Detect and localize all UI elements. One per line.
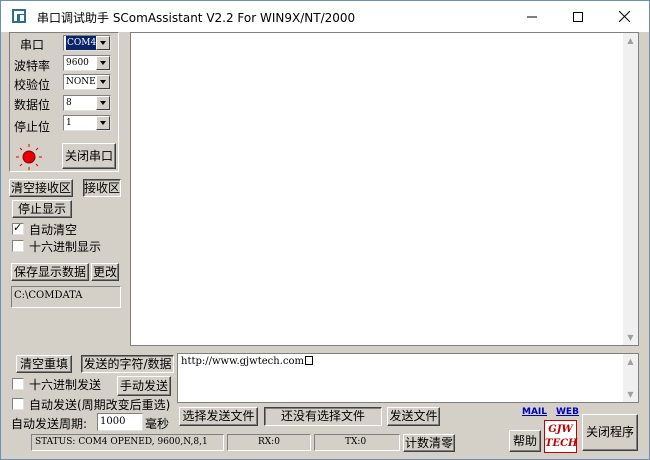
manual-send-button[interactable]: 手动发送 bbox=[117, 376, 171, 396]
maximize-button[interactable] bbox=[555, 1, 601, 32]
save-data-button[interactable]: 保存显示数据 bbox=[11, 263, 89, 281]
tx-counter: TX:0 bbox=[314, 434, 400, 451]
hex-send-checkbox[interactable] bbox=[12, 378, 24, 390]
hex-send-label: 十六进制发送 bbox=[29, 378, 102, 392]
port-select[interactable]: COM4 bbox=[63, 35, 111, 51]
auto-send-checkbox[interactable] bbox=[12, 398, 24, 410]
text-cursor-icon bbox=[304, 356, 313, 365]
help-button[interactable]: 帮助 bbox=[509, 430, 541, 452]
rx-counter: RX:0 bbox=[227, 434, 311, 451]
send-period-label: 自动发送周期: bbox=[11, 417, 88, 431]
baud-label: 波特率 bbox=[14, 59, 51, 73]
chevron-down-icon[interactable] bbox=[96, 75, 110, 89]
clear-send-button[interactable]: 清空重填 bbox=[16, 355, 72, 373]
receive-scrollbar[interactable]: ▲ ▼ bbox=[623, 33, 638, 345]
scroll-up-icon[interactable]: ▲ bbox=[623, 33, 638, 48]
stopbits-select[interactable]: 1 bbox=[63, 115, 111, 131]
auto-clear-label: 自动清空 bbox=[29, 223, 78, 237]
mail-link[interactable]: MAIL bbox=[522, 407, 547, 417]
receive-area-label: 接收区 bbox=[83, 179, 121, 197]
change-path-button[interactable]: 更改 bbox=[91, 263, 119, 281]
status-text: STATUS: COM4 OPENED, 9600,N,8,1 bbox=[31, 434, 224, 451]
baud-value: 9600 bbox=[66, 58, 89, 68]
close-program-button[interactable]: 关闭程序 bbox=[582, 414, 638, 451]
close-button[interactable] bbox=[601, 1, 647, 32]
databits-label: 数据位 bbox=[14, 98, 51, 112]
databits-value: 8 bbox=[66, 98, 72, 108]
file-status-label: 还没有选择文件 bbox=[264, 407, 382, 426]
port-status-led-icon bbox=[16, 144, 42, 170]
chevron-down-icon[interactable] bbox=[96, 36, 110, 50]
reset-count-button[interactable]: 计数清零 bbox=[403, 434, 455, 452]
stop-display-button[interactable]: 停止显示 bbox=[12, 200, 72, 218]
app-icon bbox=[12, 9, 26, 23]
baud-select[interactable]: 9600 bbox=[63, 55, 111, 71]
receive-textarea[interactable]: ▲ ▼ bbox=[130, 32, 639, 346]
send-textarea[interactable]: http://www.gjwtech.com ▲ ▼ bbox=[177, 353, 639, 403]
logo-line2: TECH bbox=[545, 438, 578, 449]
logo-line1: GJW bbox=[548, 424, 573, 435]
window-title: 串口调试助手 SComAssistant V2.2 For WIN9X/NT/2… bbox=[37, 11, 356, 25]
clear-receive-button[interactable]: 清空接收区 bbox=[9, 179, 73, 197]
databits-select[interactable]: 8 bbox=[63, 95, 111, 111]
parity-label: 校验位 bbox=[14, 78, 51, 92]
port-settings-group: 串口 COM4 波特率 9600 校验位 NONE 数据位 8 停止位 1 关闭… bbox=[9, 32, 119, 172]
app-window: 串口调试助手 SComAssistant V2.2 For WIN9X/NT/2… bbox=[0, 0, 650, 460]
send-scrollbar[interactable]: ▲ ▼ bbox=[623, 354, 638, 402]
send-period-input[interactable]: 1000 bbox=[97, 413, 143, 431]
close-port-button[interactable]: 关闭串口 bbox=[62, 143, 116, 169]
close-icon bbox=[618, 11, 630, 22]
settings-panel: 串口 COM4 波特率 9600 校验位 NONE 数据位 8 停止位 1 关闭… bbox=[9, 32, 130, 310]
maximize-icon bbox=[573, 11, 583, 22]
title-bar[interactable]: 串口调试助手 SComAssistant V2.2 For WIN9X/NT/2… bbox=[1, 1, 649, 32]
port-value: COM4 bbox=[66, 36, 98, 50]
web-link[interactable]: WEB bbox=[556, 407, 579, 417]
chevron-down-icon[interactable] bbox=[96, 56, 110, 70]
stopbits-value: 1 bbox=[66, 118, 72, 128]
scroll-down-icon[interactable]: ▼ bbox=[623, 387, 638, 402]
send-text: http://www.gjwtech.com bbox=[181, 356, 304, 367]
minimize-icon bbox=[527, 16, 537, 17]
parity-value: NONE bbox=[66, 77, 96, 87]
hex-display-label: 十六进制显示 bbox=[29, 240, 102, 254]
hex-display-checkbox[interactable] bbox=[12, 240, 24, 252]
select-send-file-button[interactable]: 选择发送文件 bbox=[179, 407, 258, 426]
gjwtech-logo[interactable]: GJW TECH bbox=[544, 420, 577, 453]
port-label: 串口 bbox=[20, 38, 45, 52]
send-file-button[interactable]: 发送文件 bbox=[387, 407, 440, 426]
auto-clear-checkbox[interactable] bbox=[12, 221, 24, 235]
parity-select[interactable]: NONE bbox=[63, 74, 111, 90]
save-path-field: C:\COMDATA bbox=[11, 286, 121, 308]
stopbits-label: 停止位 bbox=[14, 120, 51, 134]
scroll-up-icon[interactable]: ▲ bbox=[623, 354, 638, 369]
scroll-down-icon[interactable]: ▼ bbox=[623, 330, 638, 345]
period-unit-label: 毫秒 bbox=[145, 417, 170, 431]
chevron-down-icon[interactable] bbox=[96, 96, 110, 110]
send-chars-label: 发送的字符/数据 bbox=[81, 355, 174, 373]
auto-send-label: 自动发送(周期改变后重选) bbox=[29, 398, 171, 412]
chevron-down-icon[interactable] bbox=[96, 116, 110, 130]
minimize-button[interactable] bbox=[509, 1, 555, 32]
